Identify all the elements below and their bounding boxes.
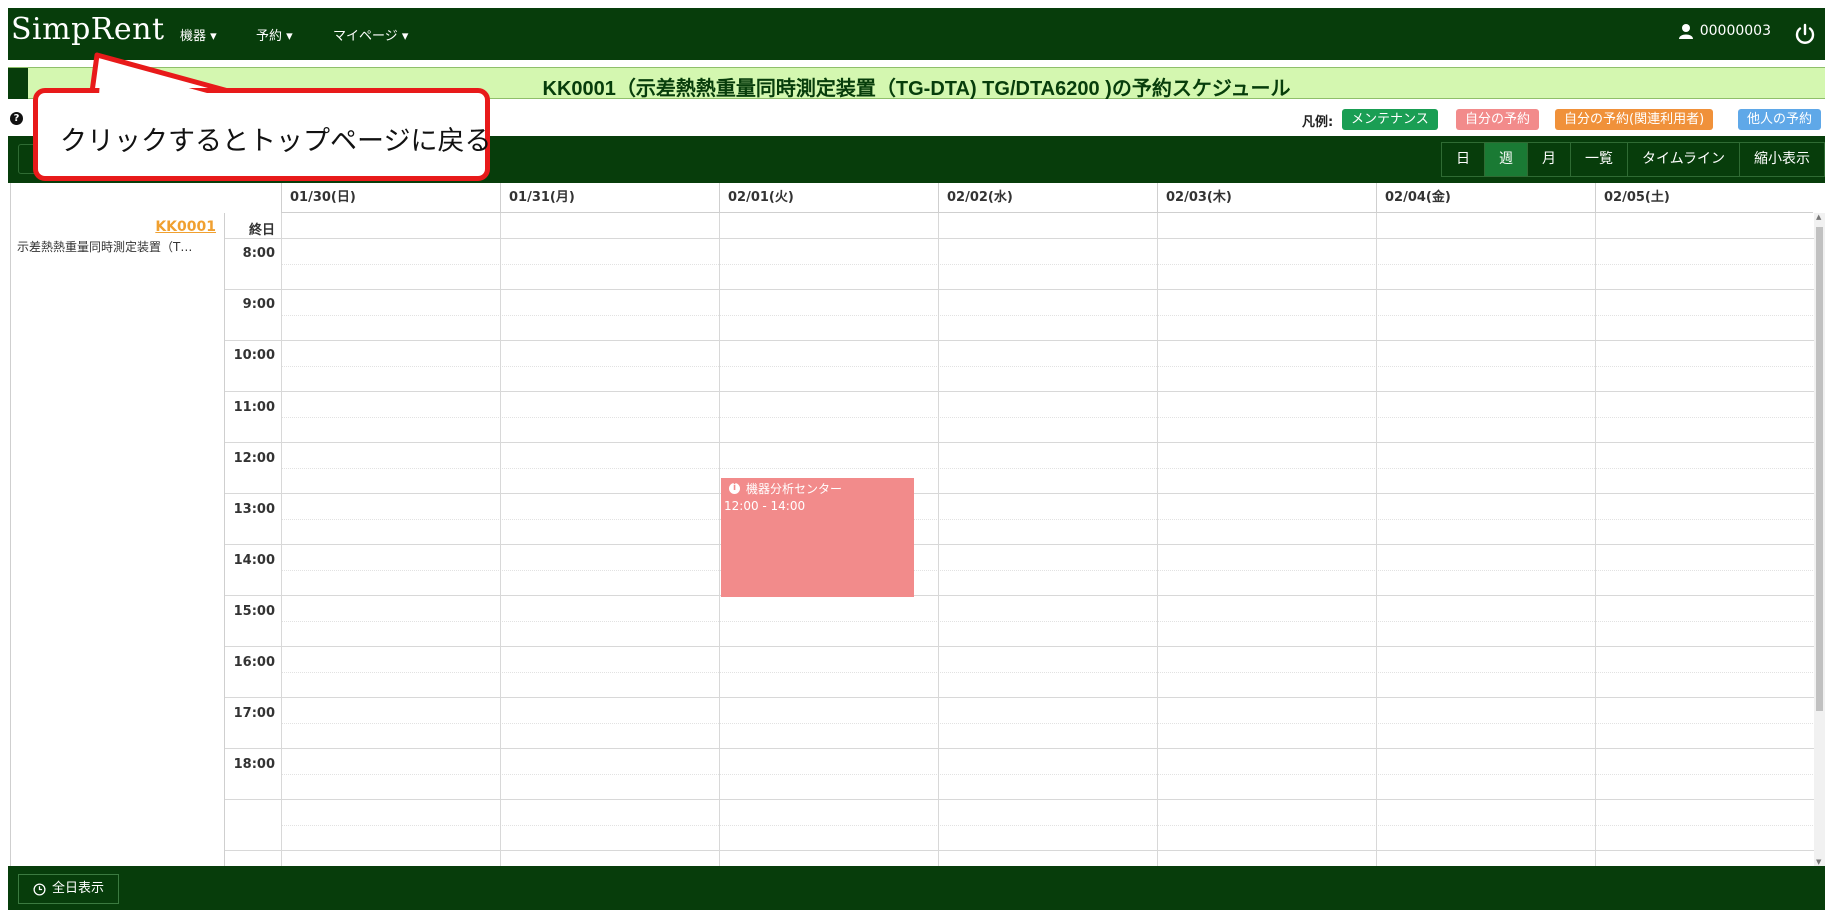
grid-line [225, 595, 1815, 596]
time-label: 8:00 [242, 246, 275, 261]
vertical-scrollbar[interactable]: ▲ ▼ [1814, 213, 1825, 866]
time-label: 13:00 [233, 502, 275, 517]
grid-line [225, 340, 1815, 341]
event-title: 機器分析センター [746, 482, 843, 496]
nav-menu-equipment[interactable]: 機器 ▾ [180, 25, 217, 44]
grid-line [225, 391, 1815, 392]
allday-label: 終日 [248, 223, 275, 238]
legend-label: 凡例: [1302, 115, 1334, 130]
legend-own-reservation-related: 自分の予約(関連利用者) [1555, 109, 1714, 130]
grid-line [281, 672, 1815, 673]
resource-code-link[interactable]: KK0001 [155, 219, 216, 235]
time-label: 18:00 [233, 757, 275, 772]
top-navbar: SimpRent 機器 ▾ 予約 ▾ マイページ ▾ 00000003 [0, 0, 1825, 60]
grid-line [225, 289, 1815, 290]
power-icon[interactable] [1793, 22, 1817, 46]
navbar-bar: SimpRent 機器 ▾ 予約 ▾ マイページ ▾ 00000003 [8, 8, 1825, 60]
grid-column-line [938, 213, 939, 866]
legend-own-reservation: 自分の予約 [1456, 109, 1540, 130]
scroll-thumb[interactable] [1816, 227, 1823, 711]
time-label: 16:00 [233, 655, 275, 670]
scroll-up-arrow-icon[interactable]: ▲ [1816, 213, 1821, 221]
grid-line [281, 825, 1815, 826]
grid-column-line [1595, 213, 1596, 866]
time-label: 15:00 [233, 604, 275, 619]
view-day-button[interactable]: 日 [1442, 143, 1485, 176]
grid-line [225, 442, 1815, 443]
date-header-cell[interactable]: 02/05(土) [1595, 183, 1813, 213]
grid-line [281, 264, 1815, 265]
time-label: 11:00 [233, 400, 275, 415]
time-label: 17:00 [233, 706, 275, 721]
brand-logo-link[interactable]: SimpRent [11, 12, 165, 47]
calendar-footer: 全日表示 [8, 866, 1825, 910]
user-menu[interactable]: 00000003 [1678, 23, 1771, 39]
annotation-callout: クリックするとトップページに戻る [33, 88, 492, 181]
grid-line [225, 799, 1815, 800]
grid-line [281, 468, 1815, 469]
grid-column-line [1376, 213, 1377, 866]
grid-line [281, 723, 1815, 724]
time-label: 9:00 [242, 297, 275, 312]
date-header-cell[interactable]: 01/30(日) [281, 183, 500, 213]
time-label: 10:00 [233, 348, 275, 363]
date-header-cell[interactable]: 02/01(火) [719, 183, 938, 213]
view-switcher: 日 週 月 一覧 タイムライン 縮小表示 [1440, 142, 1825, 177]
grid-column-line [500, 213, 501, 866]
view-compact-button[interactable]: 縮小表示 [1740, 143, 1824, 176]
event-time: 12:00 - 14:00 [724, 499, 806, 513]
resource-column: KK0001 示差熱熱重量同時測定装置（T… [11, 213, 225, 866]
grid-line [281, 315, 1815, 316]
time-label: 14:00 [233, 553, 275, 568]
user-id: 00000003 [1699, 23, 1771, 39]
info-icon: i [729, 483, 740, 494]
view-list-button[interactable]: 一覧 [1571, 143, 1628, 176]
view-timeline-button[interactable]: タイムライン [1628, 143, 1740, 176]
reservation-event[interactable]: i 機器分析センター 12:00 - 14:00 [721, 478, 914, 597]
show-all-day-label: 全日表示 [52, 881, 105, 896]
grid-line [281, 621, 1815, 622]
time-label: 12:00 [233, 451, 275, 466]
grid-line [225, 544, 1815, 545]
grid-line [225, 697, 1815, 698]
resource-name: 示差熱熱重量同時測定装置（T… [17, 240, 193, 254]
time-grid[interactable]: i 機器分析センター 12:00 - 14:00 [225, 213, 1815, 866]
grid-line [281, 417, 1815, 418]
scroll-down-arrow-icon[interactable]: ▼ [1816, 858, 1821, 866]
grid-column-line [1157, 213, 1158, 866]
grid-line [225, 748, 1815, 749]
view-month-button[interactable]: 月 [1528, 143, 1571, 176]
date-header-row: 01/30(日) 01/31(月) 02/01(火) 02/02(水) 02/0… [281, 183, 1813, 213]
time-axis: 終日 8:00 9:00 10:00 11:00 12:00 13:00 14:… [225, 213, 281, 866]
legend-others-reservation: 他人の予約 [1738, 109, 1822, 130]
grid-line [281, 366, 1815, 367]
user-icon [1678, 24, 1693, 39]
grid-line [225, 493, 1815, 494]
grid-line [225, 646, 1815, 647]
event-title-row: i 機器分析センター [729, 480, 911, 497]
legend-maintenance: メンテナンス [1342, 109, 1438, 130]
view-week-button[interactable]: 週 [1484, 143, 1528, 176]
grid-line [281, 774, 1815, 775]
date-header-cell[interactable]: 02/04(金) [1376, 183, 1595, 213]
grid-column-line [281, 213, 282, 866]
show-all-day-button[interactable]: 全日表示 [18, 874, 120, 904]
grid-column-line [719, 213, 720, 866]
week-calendar: 01/30(日) 01/31(月) 02/01(火) 02/02(水) 02/0… [10, 183, 1825, 866]
help-icon[interactable]: ? [10, 112, 23, 125]
date-header-cell[interactable]: 02/02(水) [938, 183, 1157, 213]
date-header-cell[interactable]: 02/03(木) [1157, 183, 1376, 213]
grid-line [281, 570, 1815, 571]
callout-text: クリックするとトップページに戻る [60, 126, 492, 157]
nav-menu-reservation[interactable]: 予約 ▾ [256, 25, 293, 44]
clock-icon [33, 882, 46, 896]
date-header-cell[interactable]: 01/31(月) [500, 183, 719, 213]
grid-line [281, 519, 1815, 520]
grid-line [225, 238, 1815, 239]
grid-line [225, 850, 1815, 851]
nav-menu-mypage[interactable]: マイページ ▾ [333, 25, 408, 44]
